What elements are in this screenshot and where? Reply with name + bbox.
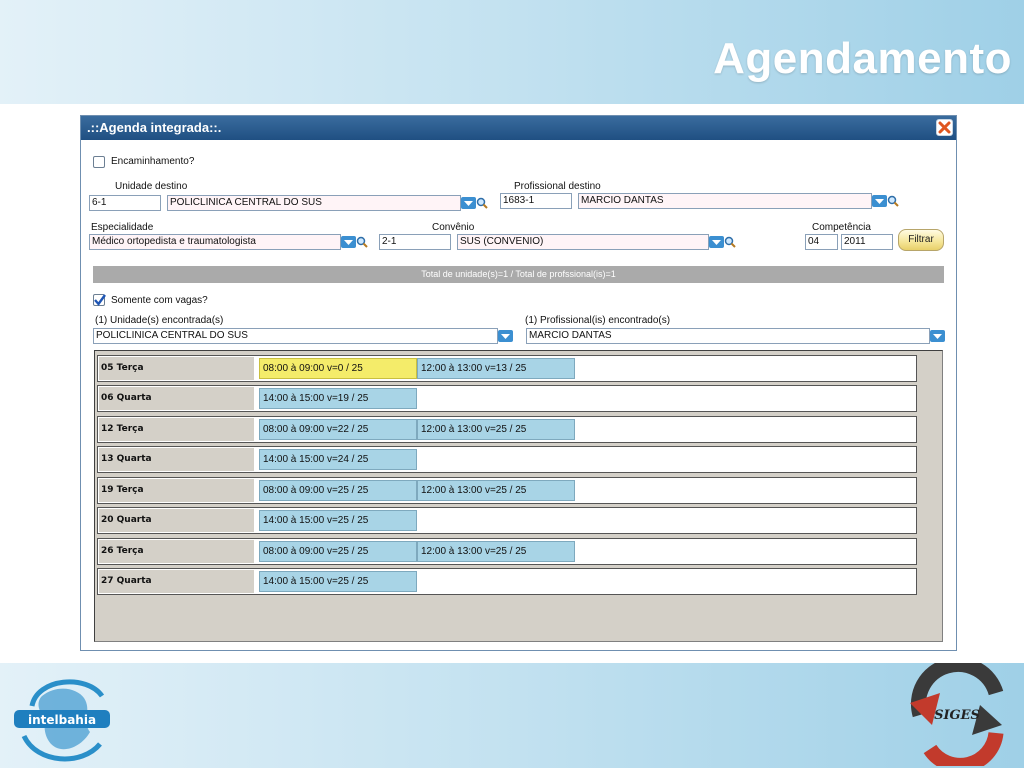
window-titlebar[interactable]: .::Agenda integrada::. <box>81 116 956 140</box>
slide-title: Agendamento <box>713 34 1012 83</box>
competencia-label: Competência <box>812 222 871 233</box>
profissionais-encontrados-label: (1) Profissional(is) encontrado(s) <box>525 315 671 326</box>
chevron-down-icon[interactable] <box>930 330 945 342</box>
day-label: 12 Terça <box>99 418 254 441</box>
siges-logo: SIGES <box>910 663 1004 766</box>
chevron-down-icon[interactable] <box>461 197 476 209</box>
day-row: 12 Terça 08:00 à 09:00 v=22 / 25 12:00 à… <box>97 416 917 443</box>
convenio-label: Convênio <box>432 222 475 233</box>
chevron-down-icon[interactable] <box>498 330 513 342</box>
time-slot[interactable]: 12:00 à 13:00 v=13 / 25 <box>417 358 575 379</box>
filtrar-button[interactable]: Filtrar <box>898 229 944 251</box>
convenio-name-input[interactable]: SUS (CONVENIO) <box>457 234 709 250</box>
day-label: 05 Terça <box>99 357 254 380</box>
competencia-month-input[interactable]: 04 <box>805 234 838 250</box>
magnifier-icon[interactable] <box>887 195 899 207</box>
close-button[interactable] <box>936 119 953 136</box>
agenda-window: .::Agenda integrada::. Encaminhamento? U… <box>80 115 957 651</box>
especialidade-label: Especialidade <box>91 222 154 233</box>
close-icon <box>938 121 951 134</box>
check-icon <box>94 294 106 306</box>
day-label: 20 Quarta <box>99 509 254 532</box>
time-slot[interactable]: 12:00 à 13:00 v=25 / 25 <box>417 480 575 501</box>
time-slot[interactable]: 08:00 à 09:00 v=25 / 25 <box>259 480 417 501</box>
profissional-destino-code-input[interactable]: 1683-1 <box>500 193 572 209</box>
magnifier-icon[interactable] <box>356 236 368 248</box>
siges-logo-text: SIGES <box>934 708 980 723</box>
magnifier-icon[interactable] <box>724 236 736 248</box>
intelbahia-logo: intelbahia <box>14 679 110 762</box>
totals-bar: Total de unidade(s)=1 / Total de profssi… <box>93 266 944 283</box>
time-slot[interactable]: 12:00 à 13:00 v=25 / 25 <box>417 541 575 562</box>
encaminhamento-checkbox[interactable] <box>93 156 105 168</box>
day-label: 19 Terça <box>99 479 254 502</box>
time-slot[interactable]: 14:00 à 15:00 v=24 / 25 <box>259 449 417 470</box>
window-title: .::Agenda integrada::. <box>87 120 222 135</box>
day-label: 27 Quarta <box>99 570 254 593</box>
day-row: 26 Terça 08:00 à 09:00 v=25 / 25 12:00 à… <box>97 538 917 565</box>
magnifier-icon[interactable] <box>476 197 488 209</box>
chevron-down-icon[interactable] <box>341 236 356 248</box>
unidade-destino-label: Unidade destino <box>115 181 188 192</box>
day-row: 05 Terça 08:00 à 09:00 v=0 / 25 12:00 à … <box>97 355 917 382</box>
chevron-down-icon[interactable] <box>709 236 724 248</box>
encaminhamento-label: Encaminhamento? <box>111 156 195 167</box>
time-slot[interactable]: 14:00 à 15:00 v=19 / 25 <box>259 388 417 409</box>
day-row: 27 Quarta 14:00 à 15:00 v=25 / 25 <box>97 568 917 595</box>
profissionais-encontrados-select[interactable]: MARCIO DANTAS <box>526 328 930 344</box>
time-slot[interactable]: 14:00 à 15:00 v=25 / 25 <box>259 510 417 531</box>
convenio-code-input[interactable]: 2-1 <box>379 234 451 250</box>
day-label: 13 Quarta <box>99 448 254 471</box>
intelbahia-logo-text: intelbahia <box>28 713 96 727</box>
profissional-destino-label: Profissional destino <box>514 181 601 192</box>
time-slot[interactable]: 08:00 à 09:00 v=22 / 25 <box>259 419 417 440</box>
day-label: 26 Terça <box>99 540 254 563</box>
profissional-destino-name-input[interactable]: MARCIO DANTAS <box>578 193 872 209</box>
unidades-encontradas-select[interactable]: POLICLINICA CENTRAL DO SUS <box>93 328 498 344</box>
chevron-down-icon[interactable] <box>872 195 887 207</box>
time-slot[interactable]: 08:00 à 09:00 v=0 / 25 <box>259 358 417 379</box>
unidade-destino-name-input[interactable]: POLICLINICA CENTRAL DO SUS <box>167 195 461 211</box>
day-row: 13 Quarta 14:00 à 15:00 v=24 / 25 <box>97 446 917 473</box>
unidades-encontradas-label: (1) Unidade(s) encontrada(s) <box>95 315 224 326</box>
somente-vagas-checkbox[interactable] <box>93 294 106 306</box>
competencia-year-input[interactable]: 2011 <box>841 234 893 250</box>
unidade-destino-code-input[interactable]: 6-1 <box>89 195 161 211</box>
time-slot[interactable]: 12:00 à 13:00 v=25 / 25 <box>417 419 575 440</box>
slide-footer-band <box>0 663 1024 768</box>
day-row: 19 Terça 08:00 à 09:00 v=25 / 25 12:00 à… <box>97 477 917 504</box>
somente-vagas-label: Somente com vagas? <box>111 295 208 306</box>
time-slot[interactable]: 08:00 à 09:00 v=25 / 25 <box>259 541 417 562</box>
especialidade-input[interactable]: Médico ortopedista e traumatologista <box>89 234 341 250</box>
day-label: 06 Quarta <box>99 387 254 410</box>
schedule-list: 05 Terça 08:00 à 09:00 v=0 / 25 12:00 à … <box>94 350 943 642</box>
day-row: 20 Quarta 14:00 à 15:00 v=25 / 25 <box>97 507 917 534</box>
day-row: 06 Quarta 14:00 à 15:00 v=19 / 25 <box>97 385 917 412</box>
time-slot[interactable]: 14:00 à 15:00 v=25 / 25 <box>259 571 417 592</box>
